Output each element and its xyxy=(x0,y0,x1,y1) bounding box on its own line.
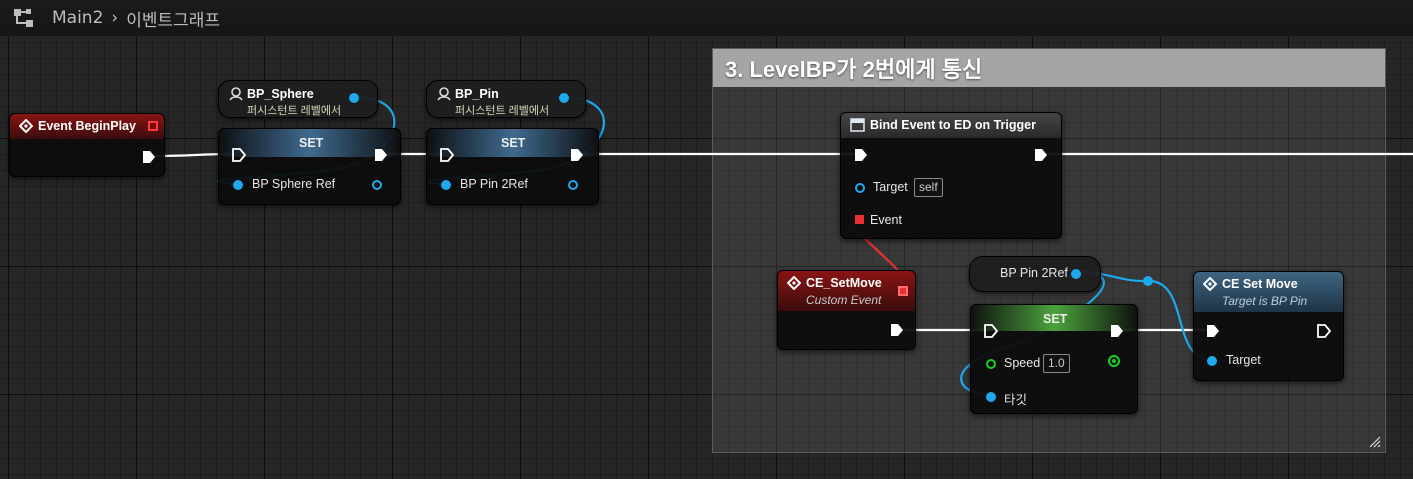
float-input-pin[interactable] xyxy=(986,359,996,369)
reroute-knot[interactable] xyxy=(1143,276,1153,286)
bind-event-node[interactable]: Bind Event to ED on Trigger Target self … xyxy=(840,112,1062,239)
node-title: Event BeginPlay xyxy=(38,119,136,133)
target-input-pin[interactable] xyxy=(1207,356,1217,366)
bp-pin-reference-node[interactable]: BP_Pin 퍼시스턴트 레벨에서 xyxy=(426,80,586,118)
target-input-pin[interactable] xyxy=(855,183,865,193)
pin-label: BP Pin 2Ref xyxy=(460,177,528,191)
ce-setmove-custom-event-node[interactable]: CE_SetMove Custom Event xyxy=(777,270,916,350)
variable-label: BP Pin 2Ref xyxy=(1000,266,1068,280)
set-speed-node[interactable]: SET Speed 1.0 타깃 xyxy=(970,304,1138,414)
exec-input-pin[interactable] xyxy=(440,148,454,162)
object-input-pin[interactable] xyxy=(233,180,243,190)
exec-output-pin[interactable] xyxy=(374,148,388,162)
target-input-pin[interactable] xyxy=(986,392,996,402)
event-beginplay-node[interactable]: Event BeginPlay xyxy=(9,113,165,177)
object-output-pin[interactable] xyxy=(568,180,578,190)
speed-value-field[interactable]: 1.0 xyxy=(1043,354,1070,373)
level-actor-icon xyxy=(437,87,451,101)
exec-output-pin[interactable] xyxy=(890,323,904,337)
event-delegate-input-pin[interactable] xyxy=(855,215,864,224)
exec-output-pin[interactable] xyxy=(1317,324,1331,338)
event-diamond-icon xyxy=(19,119,33,133)
node-title: SET xyxy=(299,136,324,150)
bp-pin-2ref-variable-node[interactable]: BP Pin 2Ref xyxy=(969,256,1101,292)
exec-output-pin[interactable] xyxy=(142,150,156,164)
event-diamond-icon xyxy=(787,276,801,290)
delegate-output-pin[interactable] xyxy=(898,286,908,296)
object-output-pin[interactable] xyxy=(1071,269,1081,279)
object-output-pin[interactable] xyxy=(349,93,359,103)
node-subtitle: 퍼시스턴트 레벨에서 xyxy=(455,105,550,117)
exec-input-pin[interactable] xyxy=(854,148,868,162)
node-title: BP_Pin xyxy=(455,87,499,101)
node-subtitle: Target is BP Pin xyxy=(1222,294,1308,308)
pin-label: Event xyxy=(870,213,902,227)
float-output-pin[interactable] xyxy=(1108,355,1120,367)
pin-label: Target xyxy=(873,180,908,194)
exec-input-pin[interactable] xyxy=(984,324,998,338)
set-bp-sphere-ref-node[interactable]: SET BP Sphere Ref xyxy=(218,128,401,205)
object-input-pin[interactable] xyxy=(441,180,451,190)
exec-output-pin[interactable] xyxy=(1034,148,1048,162)
event-diamond-icon xyxy=(1203,277,1217,291)
set-bp-pin-2ref-node[interactable]: SET BP Pin 2Ref xyxy=(426,128,599,205)
level-actor-icon xyxy=(229,87,243,101)
node-title: BP_Sphere xyxy=(247,87,314,101)
node-title: SET xyxy=(501,136,526,150)
pin-label: Target xyxy=(1226,353,1261,367)
pin-label: Speed xyxy=(1004,356,1041,370)
node-subtitle: Custom Event xyxy=(806,293,882,307)
delegate-output-pin[interactable] xyxy=(148,121,158,131)
ce-set-move-function-node[interactable]: CE Set Move Target is BP Pin Target xyxy=(1193,271,1344,381)
exec-input-pin[interactable] xyxy=(232,148,246,162)
function-icon xyxy=(850,118,865,132)
object-output-pin[interactable] xyxy=(372,180,382,190)
node-title: CE_SetMove xyxy=(806,276,882,290)
node-title: Bind Event to ED on Trigger xyxy=(870,118,1036,132)
pin-label: 타깃 xyxy=(1004,393,1028,407)
node-title: CE Set Move xyxy=(1222,277,1298,291)
node-subtitle: 퍼시스턴트 레벨에서 xyxy=(247,105,342,117)
target-self-field[interactable]: self xyxy=(914,178,943,197)
graph-wires xyxy=(151,95,1413,397)
object-output-pin[interactable] xyxy=(559,93,569,103)
bp-sphere-reference-node[interactable]: BP_Sphere 퍼시스턴트 레벨에서 xyxy=(218,80,378,118)
exec-input-pin[interactable] xyxy=(1206,324,1220,338)
exec-output-pin[interactable] xyxy=(570,148,584,162)
node-title: SET xyxy=(1043,312,1068,326)
pin-label: BP Sphere Ref xyxy=(252,177,336,191)
exec-output-pin[interactable] xyxy=(1110,324,1124,338)
